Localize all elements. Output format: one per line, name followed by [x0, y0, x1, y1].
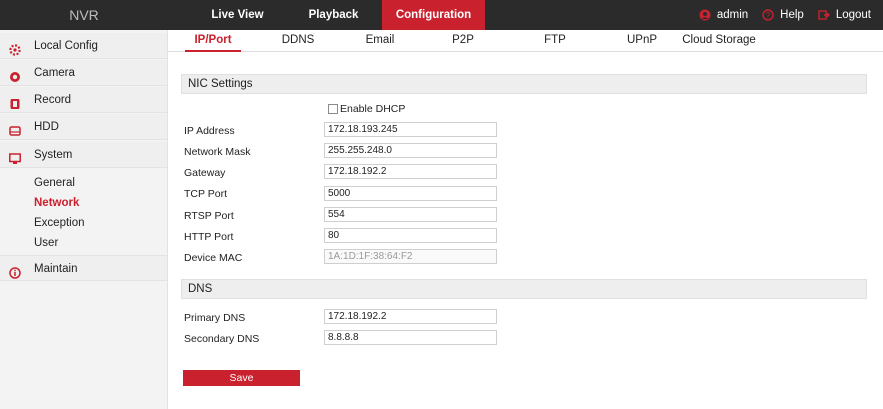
sidebar-item-camera[interactable]: Camera	[0, 60, 167, 86]
network-mask-field[interactable]: 255.255.248.0	[324, 143, 497, 158]
subtab-bar: IP/Port DDNS Email P2P FTP UPnP Cloud St…	[168, 30, 883, 52]
gateway-label: Gateway	[184, 167, 226, 179]
rtsp-port-field[interactable]: 554	[324, 207, 497, 222]
enable-dhcp-label: Enable DHCP	[340, 103, 406, 115]
subtab-email[interactable]: Email	[355, 30, 405, 52]
gateway-field[interactable]: 172.18.192.2	[324, 164, 497, 179]
help-label: Help	[780, 9, 804, 21]
dns-heading: DNS	[181, 279, 867, 299]
save-button[interactable]: Save	[183, 370, 300, 386]
subtab-upnp[interactable]: UPnP	[617, 30, 667, 52]
top-bar: NVR Live View Playback Configuration adm…	[0, 0, 883, 30]
sidebar-subitem-user[interactable]: User	[34, 234, 58, 252]
ip-address-label: IP Address	[184, 125, 235, 137]
primary-dns-label: Primary DNS	[184, 312, 246, 324]
sidebar-subitem-general[interactable]: General	[34, 174, 75, 192]
sidebar-subitem-network[interactable]: Network	[34, 194, 79, 212]
admin-link[interactable]: admin	[699, 9, 748, 21]
ip-address-field[interactable]: 172.18.193.245	[324, 122, 497, 137]
network-mask-label: Network Mask	[184, 146, 251, 158]
sidebar-item-system[interactable]: System	[0, 142, 167, 168]
sidebar-item-local-config[interactable]: Local Config	[0, 33, 167, 59]
tab-configuration[interactable]: Configuration	[382, 0, 485, 30]
tcp-port-label: TCP Port	[184, 188, 227, 200]
hdd-icon	[9, 121, 21, 136]
record-icon	[9, 94, 21, 109]
sidebar-subitem-exception[interactable]: Exception	[34, 214, 85, 232]
subtab-cloud-storage[interactable]: Cloud Storage	[674, 30, 764, 52]
sidebar-item-label: Local Config	[34, 40, 98, 52]
sidebar-item-maintain[interactable]: Maintain	[0, 255, 167, 281]
enable-dhcp-checkbox[interactable]	[328, 104, 338, 114]
admin-label: admin	[716, 9, 749, 21]
help-icon: ?	[762, 9, 774, 21]
rtsp-port-label: RTSP Port	[184, 210, 234, 222]
sidebar: Local Config Camera Record HDD System Ge…	[0, 30, 168, 409]
http-port-label: HTTP Port	[184, 231, 234, 243]
camera-icon	[9, 67, 21, 82]
help-link[interactable]: ? Help	[762, 9, 804, 21]
gear-icon	[9, 40, 21, 56]
device-mac-field: 1A:1D:1F:38:64:F2	[324, 249, 497, 264]
sidebar-item-label: Camera	[34, 67, 75, 79]
sidebar-item-label: HDD	[34, 121, 59, 133]
secondary-dns-field[interactable]: 8.8.8.8	[324, 330, 497, 345]
tcp-port-field[interactable]: 5000	[324, 186, 497, 201]
tab-live-view[interactable]: Live View	[186, 0, 289, 30]
subtab-p2p[interactable]: P2P	[443, 30, 483, 52]
monitor-icon	[9, 149, 21, 164]
nic-settings-heading: NIC Settings	[181, 74, 867, 94]
svg-text:?: ?	[766, 11, 771, 20]
subtab-ftp[interactable]: FTP	[535, 30, 575, 52]
tab-playback[interactable]: Playback	[282, 0, 385, 30]
sidebar-item-record[interactable]: Record	[0, 87, 167, 113]
logout-icon	[818, 9, 830, 21]
logout-link[interactable]: Logout	[818, 9, 871, 21]
subtab-ddns[interactable]: DDNS	[273, 30, 323, 52]
primary-dns-field[interactable]: 172.18.192.2	[324, 309, 497, 324]
secondary-dns-label: Secondary DNS	[184, 333, 260, 345]
sidebar-item-label: System	[34, 149, 73, 161]
logout-label: Logout	[835, 9, 871, 21]
subtab-ip-port[interactable]: IP/Port	[185, 30, 241, 52]
sidebar-item-label: Record	[34, 94, 72, 106]
sidebar-item-hdd[interactable]: HDD	[0, 114, 167, 140]
sidebar-item-label: Maintain	[34, 263, 78, 275]
device-mac-label: Device MAC	[184, 252, 243, 264]
user-menu: admin ? Help Logout	[699, 0, 871, 30]
http-port-field[interactable]: 80	[324, 228, 497, 243]
user-icon	[699, 9, 711, 21]
app-logo: NVR	[69, 7, 99, 23]
info-icon	[9, 263, 21, 279]
